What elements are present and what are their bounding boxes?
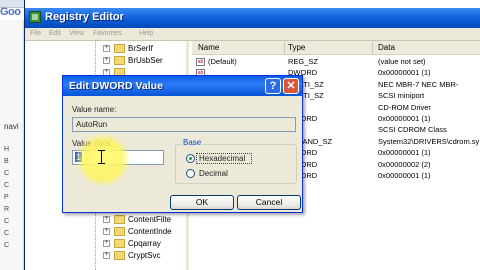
column-header-data[interactable]: Data <box>378 43 395 52</box>
value-name-cell: (Default) <box>208 57 237 66</box>
tree-item-label: CryptSvc <box>128 251 161 261</box>
column-header-name[interactable]: Name <box>198 43 219 52</box>
registry-app-icon <box>29 11 41 23</box>
dialog-titlebar[interactable]: Edit DWORD Value ? ✕ <box>63 76 302 96</box>
tree-item-label: Cpqarray <box>128 239 161 249</box>
help-button[interactable]: ? <box>265 78 281 94</box>
column-divider[interactable] <box>284 42 285 54</box>
browser-nav-item[interactable]: C <box>4 218 18 225</box>
folder-icon <box>114 56 125 66</box>
browser-nav-item[interactable]: C <box>4 242 18 249</box>
browser-nav-item[interactable]: B <box>4 158 18 165</box>
tree-item[interactable]: + ContentInde <box>25 226 189 238</box>
tree-item[interactable]: + BrSerIf <box>25 43 189 55</box>
column-header-type[interactable]: Type <box>288 43 305 52</box>
ok-button[interactable]: OK <box>170 195 234 210</box>
base-group-label: Base <box>181 138 204 147</box>
decimal-radio-label[interactable]: Decimal <box>199 169 228 178</box>
folder-icon <box>114 214 125 224</box>
browser-logo: Goo <box>0 6 21 18</box>
expand-icon[interactable]: + <box>103 240 110 248</box>
cancel-button[interactable]: Cancel <box>237 195 301 210</box>
value-data-cell: System32\DRIVERS\cdrom.sy <box>378 136 480 146</box>
tree-item[interactable]: + BrUsbSer <box>25 55 189 67</box>
value-data-cell: 0x00000001 (1) <box>378 171 431 180</box>
value-row[interactable]: ab (Default) REG_SZ (value not set) <box>192 57 480 68</box>
expand-icon[interactable]: + <box>103 57 110 65</box>
browser-nav-item[interactable]: C <box>4 182 18 189</box>
close-button[interactable]: ✕ <box>283 78 299 94</box>
screen: ... ... ... ... Goo navi H B C C P R C C… <box>0 0 480 270</box>
menu-view[interactable]: View <box>69 30 84 37</box>
value-data-cell: SCSI miniport <box>378 91 425 101</box>
ibeam-cursor-icon <box>98 150 105 164</box>
value-data-cell: NEC MBR-7 NEC MBR- <box>378 79 459 89</box>
value-type-cell: REG_SZ <box>288 57 319 66</box>
tree-item-label: ContentInde <box>128 227 172 236</box>
tree-item-label: BrSerIf <box>128 44 153 53</box>
value-data-cell: 0x00000002 (2) <box>378 159 431 169</box>
browser-nav-item[interactable]: R <box>4 206 18 213</box>
tree-item-label: ContentFilte <box>128 214 172 224</box>
value-name-field: AutoRun <box>72 117 296 132</box>
value-data-cell: CD-ROM Driver <box>378 102 431 112</box>
value-data-cell: SCSI CDROM Class <box>378 125 447 135</box>
value-data-cell: 0x00000001 (1) <box>378 68 431 78</box>
menu-help[interactable]: Help <box>139 30 153 37</box>
browser-nav-item[interactable]: H <box>4 146 18 153</box>
expand-icon[interactable]: + <box>103 45 110 52</box>
menu-favorites[interactable]: Favorites <box>93 30 122 37</box>
menu-file[interactable]: File <box>30 30 41 37</box>
value-data-cell: 0x00000001 (1) <box>378 114 431 123</box>
expand-icon[interactable]: + <box>103 252 110 260</box>
browser-nav-item[interactable]: C <box>4 230 18 237</box>
folder-icon <box>114 239 125 249</box>
browser-nav-item[interactable]: C <box>4 170 18 177</box>
hexadecimal-radio[interactable] <box>186 154 195 163</box>
list-header: Name Type Data <box>192 41 480 55</box>
decimal-radio[interactable] <box>186 169 195 178</box>
column-divider[interactable] <box>372 42 373 54</box>
menu-edit[interactable]: Edit <box>49 30 61 37</box>
tree-item[interactable]: + CryptSvc <box>25 250 189 262</box>
expand-icon[interactable]: + <box>103 228 110 235</box>
folder-icon <box>114 44 125 53</box>
tree-item[interactable]: + ContentFilte <box>25 214 189 226</box>
value-name-label: Value name: <box>72 105 117 114</box>
base-group-box <box>175 144 297 184</box>
dialog-title: Edit DWORD Value <box>69 80 163 92</box>
browser-nav-heading: navi <box>4 122 19 131</box>
window-title: Registry Editor <box>45 11 124 23</box>
folder-icon <box>114 227 125 236</box>
registry-editor-titlebar[interactable]: Registry Editor <box>25 8 480 28</box>
value-data-cell: 0x00000001 (1) <box>378 148 431 158</box>
menu-bar: File Edit View Favorites Help <box>25 28 480 41</box>
tree-item-label: BrUsbSer <box>128 56 163 66</box>
browser-nav-item[interactable]: P <box>4 194 18 201</box>
browser-page-panel: navi H B C C P R C C C <box>0 20 24 270</box>
tree-item[interactable]: + Cpqarray <box>25 238 189 250</box>
value-type-icon: ab <box>196 58 205 66</box>
folder-icon <box>114 251 125 261</box>
expand-icon[interactable]: + <box>103 215 110 223</box>
value-data-cell: (value not set) <box>378 57 426 66</box>
hexadecimal-radio-label[interactable]: Hexadecimal <box>199 154 245 163</box>
